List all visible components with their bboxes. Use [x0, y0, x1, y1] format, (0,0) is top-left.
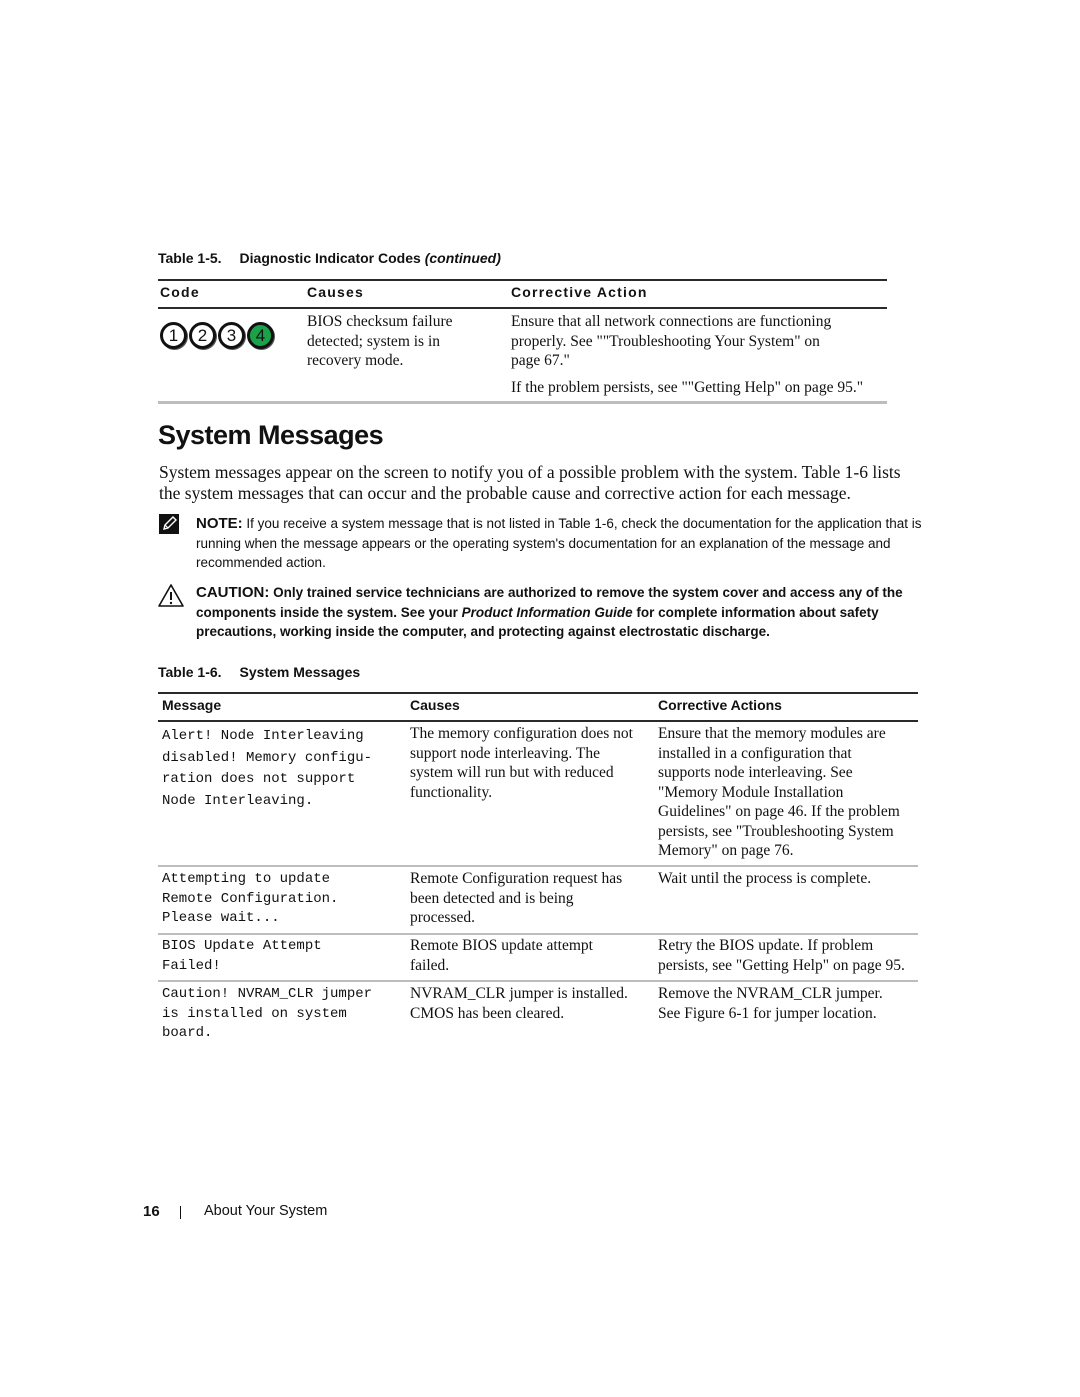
cause-line: been detected and is being: [410, 889, 574, 907]
caution-label: CAUTION:: [196, 584, 270, 601]
action-line: "Memory Module Installation: [658, 783, 844, 801]
header-causes: Causes: [307, 284, 365, 300]
message-cell: Attempting to update Remote Configuratio…: [162, 871, 339, 926]
cause-line: detected; system is in: [307, 332, 441, 350]
cause-line: Remote BIOS update attempt: [410, 937, 593, 954]
row-divider: [158, 865, 918, 867]
cause-line: Remote Configuration request has: [410, 870, 623, 887]
row-divider: [158, 980, 918, 982]
led-2-icon: 2: [189, 322, 216, 349]
header-message: Message: [162, 697, 222, 713]
diagnostic-leds: 1 2 3 4: [160, 322, 274, 349]
causes-cell: Remote BIOS update attempt failed.: [410, 936, 593, 975]
row-divider: [158, 933, 918, 935]
cause-line: NVRAM_CLR jumper is installed.: [410, 985, 628, 1002]
led-3-icon: 3: [218, 322, 245, 349]
action-line: page 67.": [511, 352, 570, 369]
causes-cell: The memory configuration does not suppor…: [410, 724, 633, 802]
action-line: Remove the NVRAM_CLR jumper.: [658, 985, 883, 1002]
action-line: properly. See ""Troubleshooting Your Sys…: [511, 332, 820, 350]
caption-number: Table 1-5.: [158, 250, 222, 266]
cause-line: failed.: [410, 956, 450, 974]
action-line: installed in a configuration that: [658, 744, 852, 762]
cause-line: The memory configuration does not: [410, 725, 633, 742]
led-4-icon: 4: [247, 322, 274, 349]
chapter-title: About Your System: [204, 1203, 328, 1219]
header-rule: [158, 720, 918, 722]
table-top-rule: [158, 279, 887, 281]
action-line: Ensure that all network connections are …: [511, 313, 832, 330]
cause-line: support node interleaving. The: [410, 744, 600, 762]
header-rule: [158, 307, 887, 309]
intro-paragraph: System messages appear on the screen to …: [159, 462, 924, 504]
actions-cell: Ensure that the memory modules are insta…: [658, 724, 900, 861]
header-code: Code: [160, 284, 200, 300]
caution-block: CAUTION: Only trained service technician…: [196, 583, 922, 642]
caution-guide-title: Product Information Guide: [461, 604, 633, 620]
section-heading: System Messages: [158, 420, 384, 450]
caption-number: Table 1-6.: [158, 664, 222, 680]
pencil-note-icon: [159, 514, 179, 534]
t5-causes-cell: BIOS checksum failure detected; system i…: [307, 312, 453, 371]
action-line: See Figure 6-1 for jumper location.: [658, 1004, 877, 1022]
header-causes: Causes: [410, 697, 460, 713]
causes-cell: NVRAM_CLR jumper is installed. CMOS has …: [410, 984, 628, 1023]
cause-line: CMOS has been cleared.: [410, 1004, 565, 1022]
action-line: Retry the BIOS update. If problem: [658, 937, 874, 954]
note-text: If you receive a system message that is …: [196, 516, 922, 570]
header-corrective-action: Corrective Action: [511, 284, 648, 300]
action-line: supports node interleaving. See: [658, 764, 853, 781]
actions-cell: Retry the BIOS update. If problem persis…: [658, 936, 905, 975]
action-line: Memory" on page 76.: [658, 842, 794, 859]
cause-line: processed.: [410, 909, 475, 926]
actions-cell: Wait until the process is complete.: [658, 869, 871, 889]
message-cell: Alert! Node Interleaving disabled! Memor…: [162, 728, 373, 809]
cause-line: BIOS checksum failure: [307, 313, 453, 330]
note-block: NOTE: If you receive a system message th…: [196, 514, 922, 573]
action-extra: If the problem persists, see ""Getting H…: [511, 378, 864, 396]
intro-line: System messages appear on the screen to …: [159, 462, 901, 482]
message-cell: Caution! NVRAM_CLR jumper is installed o…: [162, 986, 373, 1041]
warning-triangle-icon: [157, 583, 185, 608]
intro-line: the system messages that can occur and t…: [159, 483, 851, 503]
table-1-5-caption: Table 1-5. Diagnostic Indicator Codes (co…: [158, 250, 501, 266]
action-line: Guidelines" on page 46. If the problem: [658, 803, 900, 820]
caption-suffix: (continued): [424, 250, 501, 266]
table-bottom-rule: [158, 401, 887, 404]
cause-line: system will run but with reduced: [410, 764, 614, 781]
t5-action-cell: Ensure that all network connections are …: [511, 312, 863, 397]
table-1-6-caption: Table 1-6. System Messages: [158, 664, 360, 680]
header-corrective-actions: Corrective Actions: [658, 697, 782, 713]
table-top-rule: [158, 692, 918, 694]
caption-title: Diagnostic Indicator Codes: [239, 250, 421, 266]
action-line: Ensure that the memory modules are: [658, 725, 886, 742]
cause-line: functionality.: [410, 783, 493, 801]
led-1-icon: 1: [160, 322, 187, 349]
action-line: persists, see "Troubleshooting System: [658, 822, 894, 840]
caption-title: System Messages: [239, 664, 361, 680]
page-number: 16: [143, 1203, 160, 1220]
message-cell: BIOS Update Attempt Failed!: [162, 938, 322, 974]
action-line: Wait until the process is complete.: [658, 870, 872, 887]
footer-separator: [180, 1206, 181, 1219]
action-line: persists, see "Getting Help" on page 95.: [658, 956, 905, 974]
cause-line: recovery mode.: [307, 352, 404, 369]
actions-cell: Remove the NVRAM_CLR jumper. See Figure …: [658, 984, 883, 1023]
causes-cell: Remote Configuration request has been de…: [410, 869, 622, 928]
note-label: NOTE:: [196, 515, 243, 532]
